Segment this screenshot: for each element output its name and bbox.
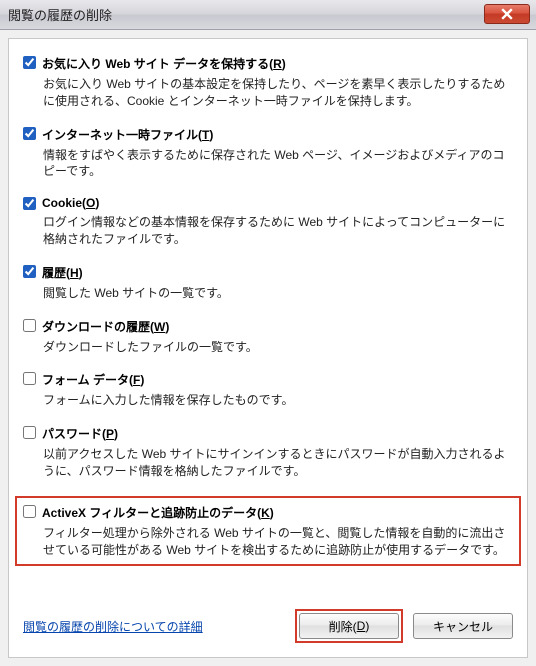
label-form: フォーム データ(F) <box>42 371 144 388</box>
label-download: ダウンロードの履歴(W) <box>42 318 169 335</box>
desc-cookie: ログイン情報などの基本情報を保存するために Web サイトによってコンピューター… <box>43 214 513 248</box>
titlebar: 閲覧の履歴の削除 <box>0 0 536 30</box>
delete-button-highlight: 削除(D) <box>295 609 403 643</box>
desc-password: 以前アクセスした Web サイトにサインインするときにパスワードが自動入力される… <box>43 446 513 480</box>
window-title: 閲覧の履歴の削除 <box>8 5 112 24</box>
option-cookie: Cookie(O) ログイン情報などの基本情報を保存するために Web サイトに… <box>23 196 513 248</box>
option-download: ダウンロードの履歴(W) ダウンロードしたファイルの一覧です。 <box>23 318 513 356</box>
close-button[interactable] <box>484 4 530 24</box>
desc-download: ダウンロードしたファイルの一覧です。 <box>43 339 513 356</box>
option-password: パスワード(P) 以前アクセスした Web サイトにサインインするときにパスワー… <box>23 425 513 480</box>
label-activex: ActiveX フィルターと追跡防止のデータ(K) <box>42 504 274 521</box>
options-list: お気に入り Web サイト データを保持する(R) お気に入り Web サイトの… <box>23 55 513 591</box>
dialog-window: 閲覧の履歴の削除 お気に入り Web サイト データを保持する(R) お気に入り… <box>0 0 536 666</box>
checkbox-cookie[interactable] <box>23 197 36 210</box>
option-temp-files: インターネット一時ファイル(T) 情報をすばやく表示するために保存された Web… <box>23 126 513 181</box>
option-form: フォーム データ(F) フォームに入力した情報を保存したものです。 <box>23 371 513 409</box>
label-history: 履歴(H) <box>42 264 83 281</box>
close-icon <box>501 8 513 20</box>
label-temp-files: インターネット一時ファイル(T) <box>42 126 213 143</box>
option-activex: ActiveX フィルターと追跡防止のデータ(K) フィルター処理から除外される… <box>15 496 521 567</box>
checkbox-favorites[interactable] <box>23 56 36 69</box>
checkbox-history[interactable] <box>23 265 36 278</box>
checkbox-temp-files[interactable] <box>23 127 36 140</box>
cancel-button[interactable]: キャンセル <box>413 613 513 639</box>
desc-activex: フィルター処理から除外される Web サイトの一覧と、閲覧した情報を自動的に流出… <box>43 525 513 559</box>
label-cookie: Cookie(O) <box>42 196 99 210</box>
label-password: パスワード(P) <box>42 425 118 442</box>
desc-history: 閲覧した Web サイトの一覧です。 <box>43 285 513 302</box>
dialog-footer: 閲覧の履歴の削除についての詳細 削除(D) キャンセル <box>23 591 513 643</box>
option-favorites: お気に入り Web サイト データを保持する(R) お気に入り Web サイトの… <box>23 55 513 110</box>
desc-form: フォームに入力した情報を保存したものです。 <box>43 392 513 409</box>
checkbox-form[interactable] <box>23 372 36 385</box>
checkbox-download[interactable] <box>23 319 36 332</box>
checkbox-password[interactable] <box>23 426 36 439</box>
option-history: 履歴(H) 閲覧した Web サイトの一覧です。 <box>23 264 513 302</box>
desc-favorites: お気に入り Web サイトの基本設定を保持したり、ページを素早く表示したりするた… <box>43 76 513 110</box>
delete-button[interactable]: 削除(D) <box>299 613 399 639</box>
dialog-content: お気に入り Web サイト データを保持する(R) お気に入り Web サイトの… <box>8 38 528 658</box>
checkbox-activex[interactable] <box>23 505 36 518</box>
label-favorites: お気に入り Web サイト データを保持する(R) <box>42 55 286 72</box>
about-link[interactable]: 閲覧の履歴の削除についての詳細 <box>23 618 203 635</box>
desc-temp-files: 情報をすばやく表示するために保存された Web ページ、イメージおよびメディアの… <box>43 147 513 181</box>
